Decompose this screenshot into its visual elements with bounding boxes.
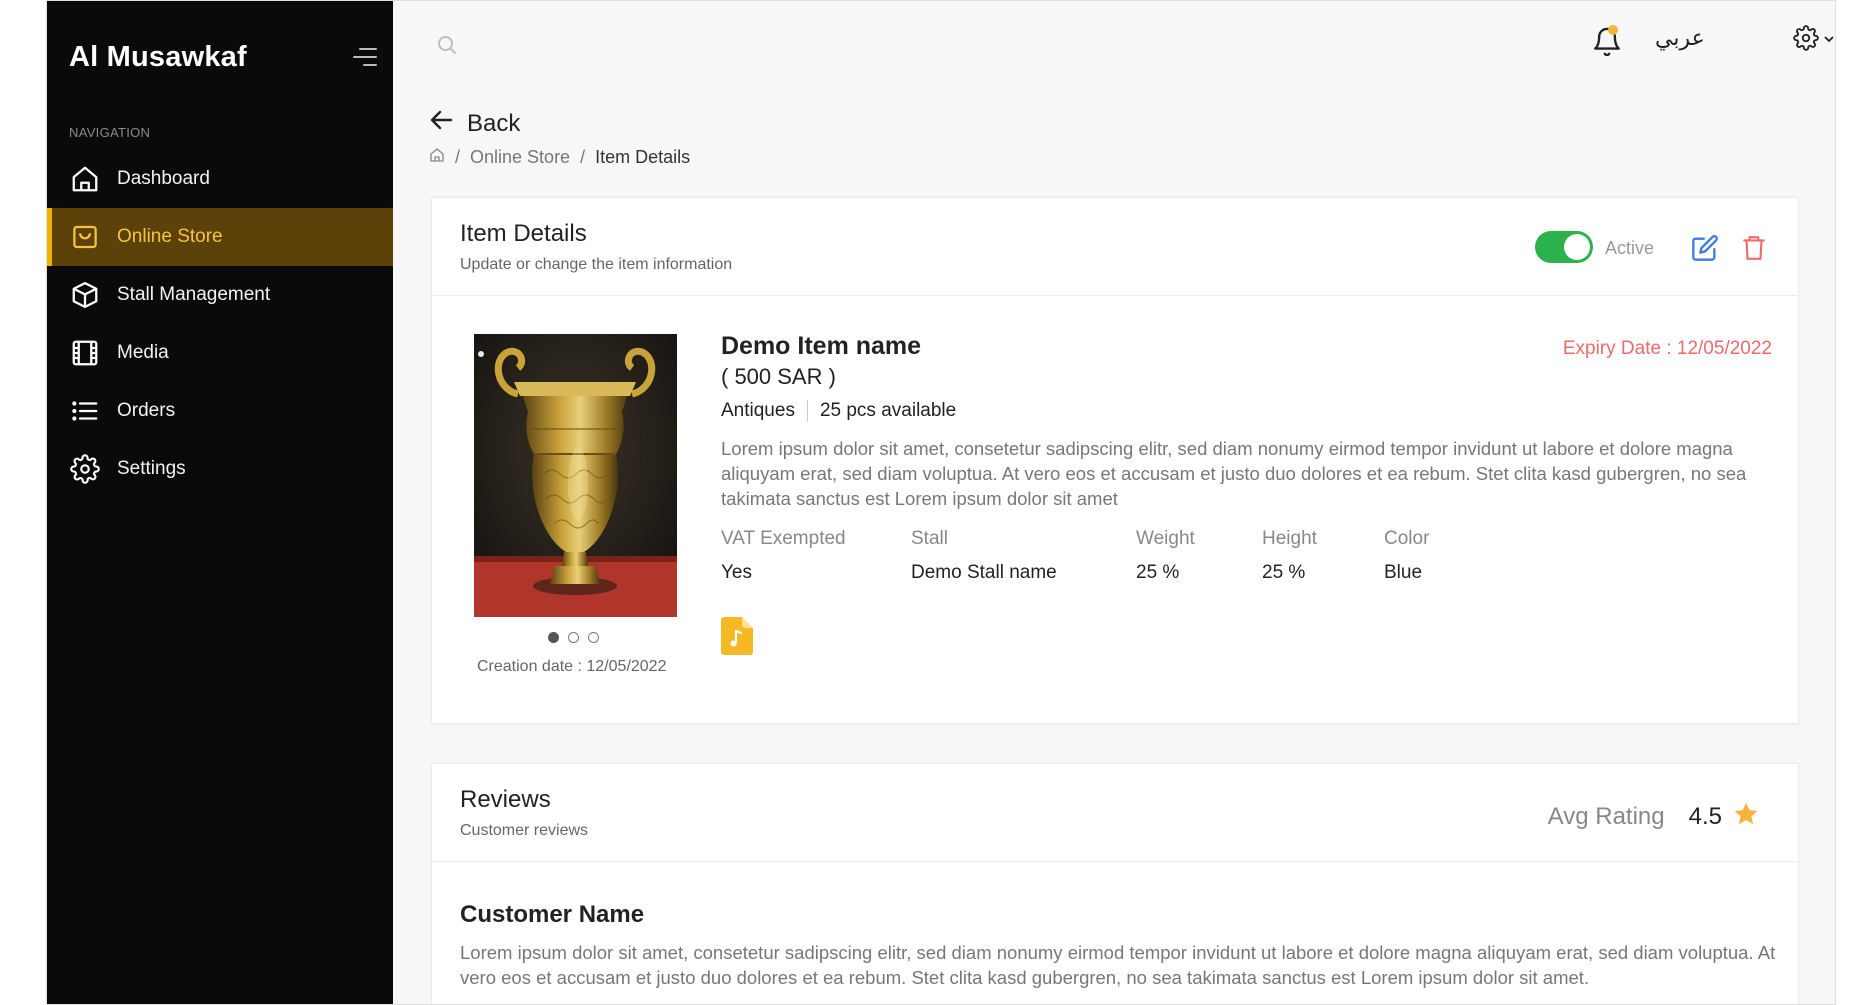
sidebar-item-orders[interactable]: Orders [47, 382, 393, 440]
item-details-card: Item Details Update or change the item i… [431, 197, 1799, 724]
sidebar-item-label: Media [117, 342, 169, 363]
spec-value: 25 % [1136, 562, 1180, 583]
item-price: ( 500 SAR ) [721, 364, 836, 389]
arrow-left-icon [429, 109, 453, 138]
gear-icon [69, 453, 101, 485]
item-image[interactable] [474, 334, 677, 617]
notification-badge [1608, 25, 1618, 35]
edit-button[interactable] [1691, 234, 1719, 267]
trash-icon [1741, 236, 1767, 266]
item-details-header: Item Details Update or change the item i… [432, 198, 1798, 296]
spec-stall: Stall Demo Stall name [911, 528, 1057, 584]
sidebar-item-online-store[interactable]: Online Store [47, 208, 393, 266]
carousel-dot[interactable] [588, 632, 599, 643]
spec-value: 25 % [1262, 562, 1306, 583]
brand-title: Al Musawkaf [69, 41, 247, 73]
app-window: Al Musawkaf NAVIGATION Dashboard Online … [46, 0, 1836, 1005]
main-content: Back / Online Store / Item Details Item … [393, 91, 1835, 1004]
language-switch[interactable]: عربي [1655, 25, 1705, 51]
bell-icon[interactable] [1591, 25, 1623, 64]
vase-image [474, 334, 677, 617]
card-subtitle: Customer reviews [460, 822, 589, 839]
sidebar-item-dashboard[interactable]: Dashboard [47, 150, 393, 208]
card-title: Item Details [460, 220, 587, 247]
home-icon [69, 163, 101, 195]
item-name: Demo Item name [721, 332, 922, 360]
spec-value: Yes [721, 562, 752, 583]
active-label: Active [1605, 238, 1655, 258]
spec-value: Demo Stall name [911, 562, 1057, 583]
menu-toggle-icon[interactable] [353, 48, 377, 68]
sidebar-item-settings[interactable]: Settings [47, 440, 393, 498]
image-carousel-dots [548, 632, 599, 643]
topbar: عربي [393, 1, 1835, 91]
review-text: Lorem ipsum dolor sit amet, consetetur s… [460, 942, 1776, 988]
carousel-dot[interactable] [548, 632, 559, 643]
item-description: Lorem ipsum dolor sit amet, consetetur s… [721, 438, 1747, 509]
item-category: Antiques [721, 400, 795, 421]
card-subtitle: Update or change the item information [460, 256, 733, 273]
carousel-dot[interactable] [568, 632, 579, 643]
edit-icon [1691, 235, 1719, 266]
spec-weight: Weight 25 % [1136, 528, 1195, 584]
sidebar-item-media[interactable]: Media [47, 324, 393, 382]
gear-icon [1793, 25, 1819, 56]
spec-label: VAT Exempted [721, 528, 846, 549]
item-meta: Antiques 25 pcs available [721, 400, 956, 422]
spec-label: Height [1262, 528, 1317, 549]
avg-rating-value: 4.5 [1688, 802, 1722, 830]
sidebar-item-label: Online Store [117, 226, 223, 247]
breadcrumb-separator: / [455, 147, 461, 167]
sidebar-nav: Dashboard Online Store Stall Management … [47, 150, 393, 498]
spec-label: Color [1384, 528, 1430, 549]
list-icon [69, 395, 101, 427]
expiry-date: Expiry Date : 12/05/2022 [1562, 338, 1772, 359]
breadcrumb-current: Item Details [595, 147, 691, 167]
avg-rating: Avg Rating 4.5 [1548, 800, 1760, 833]
cube-icon [69, 279, 101, 311]
spec-height: Height 25 % [1262, 528, 1317, 584]
card-title: Reviews [460, 786, 551, 813]
breadcrumb: / Online Store / Item Details [429, 147, 690, 168]
back-button[interactable]: Back [429, 109, 520, 138]
active-toggle[interactable] [1535, 231, 1593, 263]
film-icon [69, 337, 101, 369]
nav-section-title: NAVIGATION [69, 125, 151, 140]
shopping-bag-icon [69, 221, 101, 253]
item-availability: 25 pcs available [819, 400, 957, 421]
review-customer-name: Customer Name [460, 901, 645, 928]
sidebar-item-label: Orders [117, 400, 176, 421]
reviews-card: Reviews Customer reviews Avg Rating 4.5 … [431, 763, 1799, 1004]
audio-file-icon[interactable] [721, 617, 753, 660]
avg-rating-label: Avg Rating [1547, 802, 1665, 830]
delete-button[interactable] [1741, 234, 1767, 267]
back-label: Back [467, 109, 521, 137]
sidebar-item-stall-management[interactable]: Stall Management [47, 266, 393, 324]
chevron-down-icon [1823, 32, 1835, 50]
spec-color: Color Blue [1384, 528, 1429, 584]
spec-label: Stall [911, 528, 948, 549]
sidebar-item-label: Stall Management [117, 284, 271, 305]
settings-dropdown[interactable] [1793, 25, 1835, 56]
reviews-header: Reviews Customer reviews Avg Rating 4.5 [432, 764, 1798, 862]
spec-value: Blue [1384, 562, 1423, 583]
spec-label: Weight [1136, 528, 1195, 549]
meta-divider [806, 400, 808, 422]
star-icon [1732, 800, 1760, 833]
breadcrumb-separator: / [580, 147, 586, 167]
spec-vat: VAT Exempted Yes [721, 528, 846, 584]
breadcrumb-online-store[interactable]: Online Store [470, 147, 570, 168]
sidebar-item-label: Dashboard [117, 168, 210, 189]
sidebar: Al Musawkaf NAVIGATION Dashboard Online … [47, 1, 393, 1004]
creation-date: Creation date : 12/05/2022 [477, 658, 667, 675]
sidebar-item-label: Settings [117, 458, 186, 479]
search-icon[interactable] [435, 33, 459, 62]
home-icon[interactable] [429, 147, 445, 168]
